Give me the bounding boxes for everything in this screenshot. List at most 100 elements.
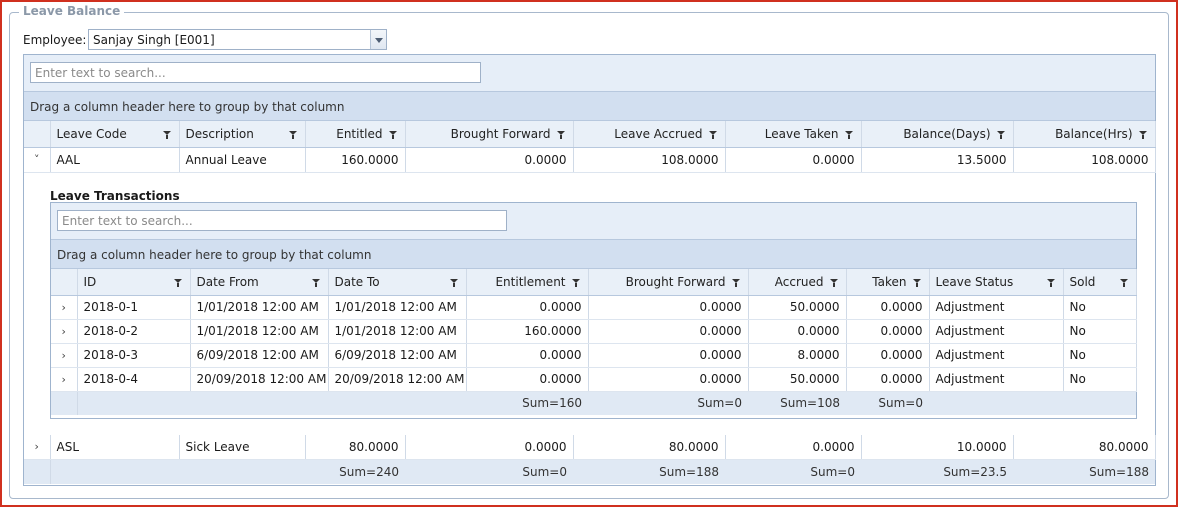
cell: 108.0000	[573, 148, 726, 173]
filter-icon[interactable]	[311, 279, 320, 287]
cell: 20/09/2018 12:00 AM	[190, 367, 329, 392]
cell: 50.0000	[748, 367, 847, 392]
filter-icon[interactable]	[1138, 131, 1147, 139]
table-row[interactable]: › 2018-0-1 1/01/2018 12:00 AM 1/01/2018 12:…	[51, 295, 1137, 320]
column-header-label: Entitled	[336, 126, 383, 141]
detail-header-date-to[interactable]: Date To	[328, 269, 467, 296]
filter-icon[interactable]	[844, 131, 853, 139]
outer-header-leave-accrued[interactable]: Leave Accrued	[573, 121, 726, 148]
summary-cell: Sum=160	[466, 391, 588, 415]
cell: Adjustment	[929, 367, 1064, 392]
chevron-right-icon[interactable]: ›	[24, 435, 51, 460]
chevron-right-icon[interactable]: ›	[51, 295, 78, 320]
detail-header-leave-status[interactable]: Leave Status	[929, 269, 1064, 296]
summary-cell	[77, 391, 190, 415]
outer-header-leave-code[interactable]: Leave Code	[50, 121, 180, 148]
outer-header-entitled[interactable]: Entitled	[305, 121, 406, 148]
employee-label: Employee:	[23, 33, 87, 47]
table-row[interactable]: › 2018-0-2 1/01/2018 12:00 AM 1/01/2018 12:…	[51, 319, 1137, 344]
chevron-down-icon[interactable]	[370, 30, 386, 49]
cell: 0.0000	[466, 295, 589, 320]
detail-search-input[interactable]	[57, 210, 507, 231]
detail-group-by-panel[interactable]: Drag a column header here to group by th…	[51, 239, 1136, 269]
cell: 0.0000	[725, 148, 862, 173]
table-row[interactable]: ˅ AAL Annual Leave 160.0000 0.0000 108.0000 0.…	[24, 148, 1156, 173]
filter-icon[interactable]	[1119, 279, 1128, 287]
cell: 10.0000	[861, 435, 1014, 460]
column-header-label: Leave Taken	[764, 126, 839, 141]
cell: 80.0000	[305, 435, 406, 460]
cell: 6/09/2018 12:00 AM	[328, 343, 467, 368]
cell: 0.0000	[466, 367, 589, 392]
cell: 0.0000	[466, 343, 589, 368]
expander-header	[24, 121, 51, 148]
column-header-label: Description	[185, 126, 254, 141]
cell: 50.0000	[748, 295, 847, 320]
filter-icon[interactable]	[708, 131, 717, 139]
panel-legend: Leave Balance	[19, 4, 125, 18]
cell: 160.0000	[466, 319, 589, 344]
column-header-label: Balance(Days)	[903, 126, 991, 141]
outer-header-leave-taken[interactable]: Leave Taken	[725, 121, 862, 148]
filter-icon[interactable]	[731, 279, 740, 287]
outer-header-balance-hrs[interactable]: Balance(Hrs)	[1013, 121, 1156, 148]
chevron-right-icon[interactable]: ›	[51, 367, 78, 392]
detail-header-date-from[interactable]: Date From	[190, 269, 329, 296]
summary-cell	[1063, 391, 1136, 415]
summary-cell: Sum=188	[573, 460, 725, 484]
cell: 6/09/2018 12:00 AM	[190, 343, 329, 368]
filter-icon[interactable]	[829, 279, 838, 287]
detail-header-brought-forward[interactable]: Brought Forward	[588, 269, 749, 296]
filter-icon[interactable]	[1046, 279, 1055, 287]
cell: 0.0000	[405, 435, 574, 460]
summary-cell: Sum=23.5	[861, 460, 1013, 484]
detail-header-entitlement[interactable]: Entitlement	[466, 269, 589, 296]
detail-header-sold[interactable]: Sold	[1063, 269, 1137, 296]
cell: 0.0000	[846, 343, 930, 368]
filter-icon[interactable]	[173, 279, 182, 287]
filter-icon[interactable]	[162, 131, 171, 139]
detail-header-taken[interactable]: Taken	[846, 269, 930, 296]
cell: 2018-0-3	[77, 343, 191, 368]
cell: AAL	[50, 148, 180, 173]
outer-header-brought-forward[interactable]: Brought Forward	[405, 121, 574, 148]
chevron-down-icon[interactable]: ˅	[24, 148, 51, 173]
cell: Adjustment	[929, 319, 1064, 344]
outer-header-balance-days[interactable]: Balance(Days)	[861, 121, 1014, 148]
table-row[interactable]: › ASL Sick Leave 80.0000 0.0000 80.0000 0.0000…	[24, 435, 1156, 460]
summary-row: Sum=160 Sum=0 Sum=108 Sum=0	[51, 391, 1136, 415]
employee-select[interactable]: Sanjay Singh [E001]	[88, 29, 387, 50]
cell: Annual Leave	[179, 148, 306, 173]
cell: Sick Leave	[179, 435, 306, 460]
table-row[interactable]: › 2018-0-3 6/09/2018 12:00 AM 6/09/2018 12:…	[51, 343, 1137, 368]
column-header-label: Taken	[872, 274, 907, 289]
filter-icon[interactable]	[912, 279, 921, 287]
summary-cell: Sum=240	[305, 460, 405, 484]
cell: 2018-0-2	[77, 319, 191, 344]
detail-header-accrued[interactable]: Accrued	[748, 269, 847, 296]
search-panel	[24, 55, 1155, 91]
filter-icon[interactable]	[288, 131, 297, 139]
leave-transactions-grid: Drag a column header here to group by th…	[50, 202, 1137, 419]
summary-cell: Sum=188	[1013, 460, 1155, 484]
table-row[interactable]: › 2018-0-4 20/09/2018 12:00 AM 20/09/2018 1…	[51, 367, 1137, 392]
column-header-label: Leave Code	[56, 126, 127, 141]
cell: No	[1063, 343, 1137, 368]
chevron-right-icon[interactable]: ›	[51, 343, 78, 368]
filter-icon[interactable]	[996, 131, 1005, 139]
group-by-panel[interactable]: Drag a column header here to group by th…	[24, 91, 1155, 121]
filter-icon[interactable]	[388, 131, 397, 139]
search-input[interactable]	[30, 62, 481, 83]
cell: ASL	[50, 435, 180, 460]
filter-icon[interactable]	[556, 131, 565, 139]
summary-cell	[190, 391, 328, 415]
cell: No	[1063, 319, 1137, 344]
column-header-label: Leave Status	[935, 274, 1014, 289]
outer-header-description[interactable]: Description	[179, 121, 306, 148]
detail-header-id[interactable]: ID	[77, 269, 191, 296]
column-header-label: ID	[83, 274, 97, 289]
cell: 0.0000	[588, 367, 749, 392]
filter-icon[interactable]	[571, 279, 580, 287]
filter-icon[interactable]	[449, 279, 458, 287]
chevron-right-icon[interactable]: ›	[51, 319, 78, 344]
